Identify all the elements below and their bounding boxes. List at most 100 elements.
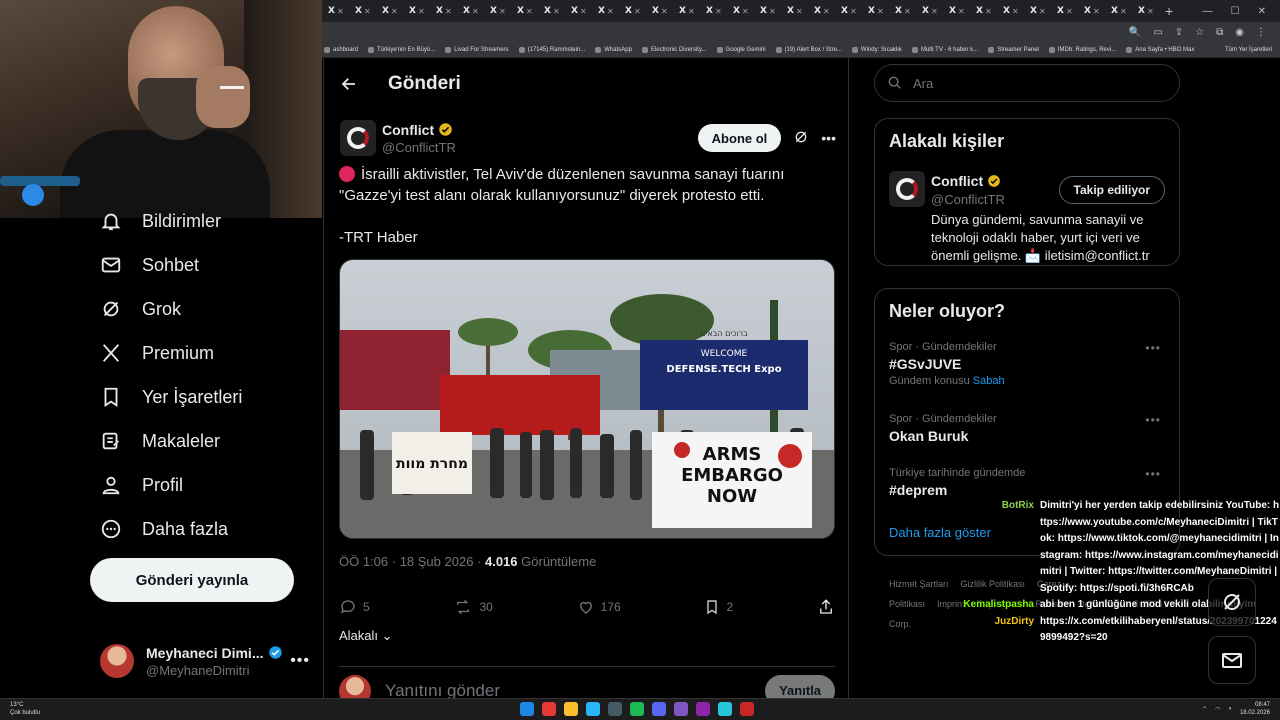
browser-tab[interactable]: X ✕ <box>727 2 754 20</box>
browser-tab[interactable]: X ✕ <box>484 2 511 20</box>
tab-close-icon[interactable]: ✕ <box>931 7 938 16</box>
more-icon[interactable]: ••• <box>1145 413 1161 427</box>
tab-close-icon[interactable]: ✕ <box>472 7 479 16</box>
tab-close-icon[interactable]: ✕ <box>769 7 776 16</box>
browser-tab[interactable]: X ✕ <box>1051 2 1078 20</box>
tab-close-icon[interactable]: ✕ <box>1093 7 1100 16</box>
bookmark-item[interactable]: (17145) Rammstein... <box>518 46 585 53</box>
messages-floating-icon[interactable] <box>1208 636 1256 684</box>
browser-tab[interactable]: X ✕ <box>430 2 457 20</box>
browser-tab[interactable]: X ✕ <box>376 2 403 20</box>
maximize-button[interactable]: ☐ <box>1231 6 1240 17</box>
nav-item-grok[interactable]: Grok <box>100 294 181 324</box>
tab-close-icon[interactable]: ✕ <box>823 7 830 16</box>
post-button[interactable]: Gönderi yayınla <box>90 558 294 602</box>
related-sort[interactable]: Alakalı ⌄ <box>339 628 393 644</box>
tab-close-icon[interactable]: ✕ <box>985 7 992 16</box>
browser-tab[interactable]: X ✕ <box>646 2 673 20</box>
tab-close-icon[interactable]: ✕ <box>553 7 560 16</box>
browser-tab[interactable]: X ✕ <box>916 2 943 20</box>
tab-close-icon[interactable]: ✕ <box>391 7 398 16</box>
tab-close-icon[interactable]: ✕ <box>526 7 533 16</box>
share-icon[interactable]: ⇪ <box>1175 27 1183 38</box>
browser-tab[interactable]: X ✕ <box>889 2 916 20</box>
tab-close-icon[interactable]: ✕ <box>877 7 884 16</box>
tab-close-icon[interactable]: ✕ <box>715 7 722 16</box>
nav-item-profil[interactable]: Profil <box>100 470 183 500</box>
bookmark-item[interactable]: IMDb: Ratings, Revi... <box>1048 46 1116 53</box>
trend-item[interactable]: Spor · Gündemdekiler #GSvJUVE Gündem konus… <box>889 341 1169 387</box>
nav-item-daha-fazla[interactable]: Daha fazla <box>100 514 228 544</box>
bookmark-item[interactable]: Ana Sayfa • HBO Max <box>1126 46 1194 53</box>
more-icon[interactable]: ••• <box>290 652 310 670</box>
bookmark-item[interactable]: WhatsApp <box>595 46 632 53</box>
more-icon[interactable]: ••• <box>821 130 836 146</box>
trend-item[interactable]: Spor · Gündemdekiler Okan Buruk ••• <box>889 413 1169 444</box>
post-timestamp[interactable]: ÖÖ 1:06 · 18 Şub 2026 · <box>339 554 485 569</box>
zoom-icon[interactable]: 🔍 <box>1129 27 1141 38</box>
browser-tab[interactable]: X ✕ <box>457 2 484 20</box>
related-avatar[interactable] <box>889 171 925 207</box>
author-handle[interactable]: @ConflictTR <box>382 140 456 155</box>
related-handle[interactable]: @ConflictTR <box>931 192 1005 207</box>
share-button[interactable] <box>817 598 835 616</box>
nav-item-premium[interactable]: Premium <box>100 338 214 368</box>
tab-close-icon[interactable]: ✕ <box>661 7 668 16</box>
tab-close-icon[interactable]: ✕ <box>1147 7 1154 16</box>
browser-tab[interactable]: X ✕ <box>1132 2 1159 20</box>
tab-close-icon[interactable]: ✕ <box>1039 7 1046 16</box>
more-icon[interactable]: ••• <box>1145 341 1161 355</box>
search-input[interactable]: Ara <box>874 64 1180 102</box>
reply-submit-button[interactable]: Yanıtla <box>765 674 835 698</box>
browser-tab[interactable]: X ✕ <box>997 2 1024 20</box>
bookmark-item[interactable]: Google Gemini <box>716 46 766 53</box>
chrome-icon[interactable] <box>542 702 556 716</box>
minimize-button[interactable]: — <box>1203 6 1213 17</box>
all-bookmarks-button[interactable]: Tüm Yer İşaretleri <box>1225 47 1280 53</box>
nav-item-makaleler[interactable]: Makaleler <box>100 426 220 456</box>
bookmark-item[interactable]: Streamer Panel <box>988 46 1039 53</box>
browser-tab[interactable]: X ✕ <box>592 2 619 20</box>
spotify-icon[interactable] <box>630 702 644 716</box>
browser-tab[interactable]: X ✕ <box>619 2 646 20</box>
bookmark-item[interactable]: Multi TV - 6 haber k... <box>911 46 978 53</box>
browser-tab[interactable]: X ✕ <box>943 2 970 20</box>
edge-icon[interactable] <box>586 702 600 716</box>
tab-close-icon[interactable]: ✕ <box>958 7 965 16</box>
browser-tab[interactable]: X ✕ <box>322 2 349 20</box>
profile-icon[interactable]: ◉ <box>1235 27 1244 38</box>
reply-button[interactable]: 5 <box>339 598 370 616</box>
account-switcher[interactable]: Meyhaneci Dimi... @MeyhaneDimitri ••• <box>100 636 310 686</box>
browser-tab[interactable]: X ✕ <box>700 2 727 20</box>
browser-tab[interactable]: X ✕ <box>565 2 592 20</box>
obs-icon[interactable] <box>740 702 754 716</box>
subscribe-button[interactable]: Abone ol <box>697 124 782 152</box>
browser-tab[interactable]: X ✕ <box>538 2 565 20</box>
bookmark-item[interactable]: Livad For Streamers <box>445 46 509 53</box>
tab-close-icon[interactable]: ✕ <box>742 7 749 16</box>
related-name[interactable]: Conflict <box>931 173 983 189</box>
tab-close-icon[interactable]: ✕ <box>1120 7 1127 16</box>
browser-tab[interactable]: X ✕ <box>511 2 538 20</box>
folder-icon[interactable] <box>564 702 578 716</box>
tab-close-icon[interactable]: ✕ <box>904 7 911 16</box>
browser-tab[interactable]: X ✕ <box>673 2 700 20</box>
wifi-icon[interactable]: ◠ <box>1215 706 1220 713</box>
browser-tab[interactable]: X ✕ <box>862 2 889 20</box>
tab-close-icon[interactable]: ✕ <box>499 7 506 16</box>
footer-link[interactable]: Imprint <box>937 599 965 609</box>
app-icon[interactable] <box>696 702 710 716</box>
repost-button[interactable]: 30 <box>453 598 493 616</box>
more-icon[interactable]: ••• <box>1145 467 1161 481</box>
extensions-icon[interactable]: ⧉ <box>1216 27 1223 38</box>
author-avatar[interactable] <box>340 120 376 156</box>
browser-menu-icon[interactable]: ⋮ <box>1256 27 1266 38</box>
like-button[interactable]: 176 <box>577 598 621 616</box>
volume-icon[interactable]: ◗ <box>1228 706 1232 712</box>
bookmark-button[interactable]: 2 <box>704 598 733 616</box>
tab-close-icon[interactable]: ✕ <box>850 7 857 16</box>
browser-tab[interactable]: X ✕ <box>349 2 376 20</box>
back-arrow-icon[interactable] <box>340 74 360 94</box>
weather-widget[interactable]: 13°C Çok bulutlu <box>10 701 40 717</box>
browser-tab[interactable]: X ✕ <box>808 2 835 20</box>
